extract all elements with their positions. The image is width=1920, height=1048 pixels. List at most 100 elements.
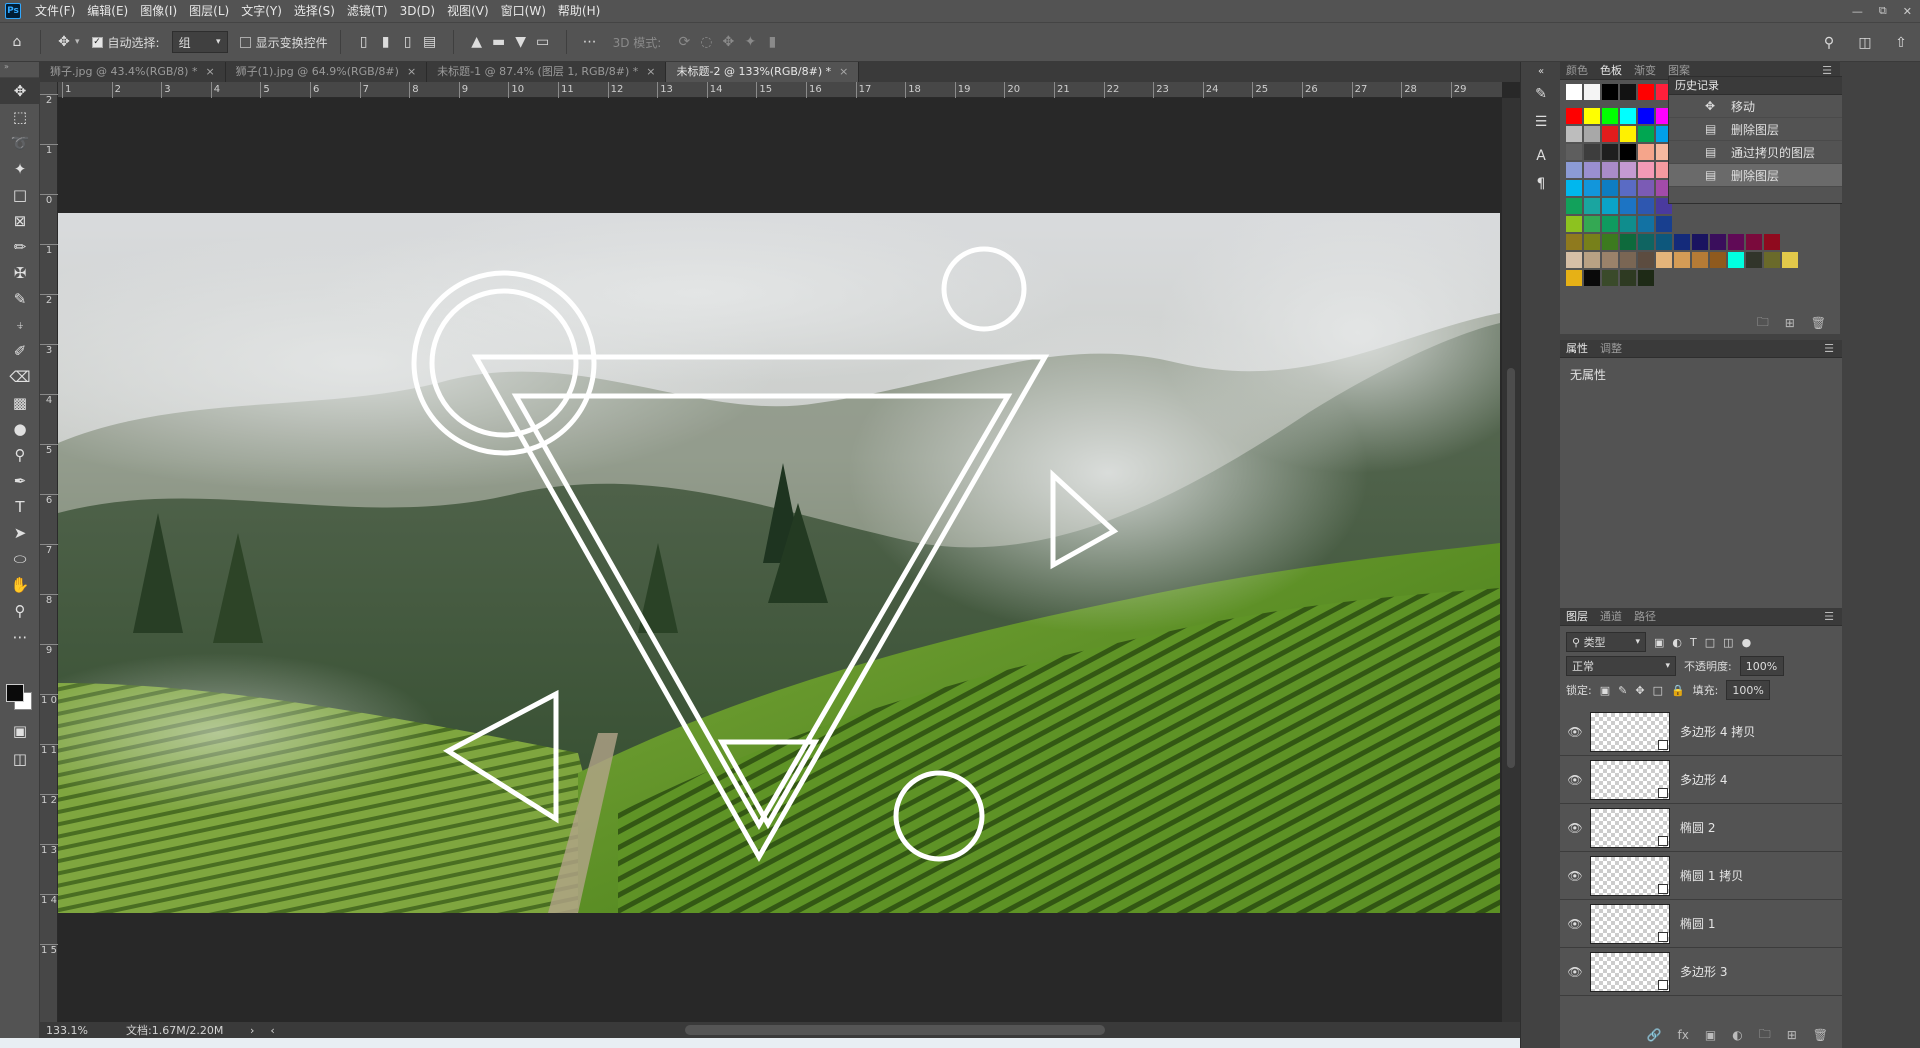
- color-swatch[interactable]: [1584, 144, 1600, 160]
- distribute-vertical-icon[interactable]: ▭: [532, 31, 554, 53]
- color-swatch[interactable]: [1602, 108, 1618, 124]
- color-swatch[interactable]: [1602, 144, 1618, 160]
- document-tab[interactable]: 狮子(1).jpg @ 64.9%(RGB/8#) ×: [225, 62, 428, 82]
- color-swatch[interactable]: [1584, 84, 1600, 100]
- menu-item[interactable]: 图层(L): [183, 0, 235, 22]
- color-swatch[interactable]: [1638, 84, 1654, 100]
- new-group-icon[interactable]: 🗀: [1759, 1025, 1771, 1046]
- layer-row[interactable]: 👁 多边形 4 拷贝: [1560, 708, 1842, 756]
- fill-input[interactable]: 100%: [1726, 680, 1771, 700]
- color-swatch[interactable]: [1584, 126, 1600, 142]
- color-swatch[interactable]: [1620, 162, 1636, 178]
- eyedropper-tool-icon[interactable]: ✏: [0, 234, 40, 260]
- color-swatch[interactable]: [1728, 234, 1744, 250]
- menu-item[interactable]: 窗口(W): [495, 0, 552, 22]
- color-swatch[interactable]: [1584, 252, 1600, 268]
- adjustment-layer-icon[interactable]: ◐: [1732, 1028, 1742, 1042]
- color-swatch[interactable]: [1584, 180, 1600, 196]
- brush-settings-icon[interactable]: ✎: [1521, 80, 1561, 108]
- color-swatch[interactable]: [1764, 252, 1780, 268]
- align-vcenter-icon[interactable]: ▬: [488, 31, 510, 53]
- color-swatch[interactable]: [1566, 252, 1582, 268]
- color-swatch[interactable]: [1602, 198, 1618, 214]
- panel-collapse-icon[interactable]: »: [0, 62, 39, 78]
- add-mask-icon[interactable]: ▣: [1705, 1028, 1716, 1042]
- lock-image-icon[interactable]: ✎: [1618, 684, 1627, 697]
- color-swatch[interactable]: [1710, 252, 1726, 268]
- paragraph-icon[interactable]: ¶: [1521, 170, 1561, 198]
- menu-item[interactable]: 图像(I): [134, 0, 183, 22]
- color-swatch[interactable]: [1692, 234, 1708, 250]
- color-swatch[interactable]: [1728, 252, 1744, 268]
- color-swatch[interactable]: [1566, 144, 1582, 160]
- layer-row[interactable]: 👁 椭圆 2: [1560, 804, 1842, 852]
- document-canvas[interactable]: [58, 213, 1500, 913]
- shape-tool-icon[interactable]: ⬭: [0, 546, 40, 572]
- color-swatch[interactable]: [1602, 180, 1618, 196]
- menu-item[interactable]: 滤镜(T): [341, 0, 394, 22]
- opacity-input[interactable]: 100%: [1739, 656, 1784, 676]
- color-swatch[interactable]: [1620, 180, 1636, 196]
- gradient-tool-icon[interactable]: ▩: [0, 390, 40, 416]
- filter-pixel-icon[interactable]: ▣: [1654, 636, 1664, 649]
- distribute-icon[interactable]: ▤: [419, 31, 441, 53]
- trash-icon[interactable]: 🗑: [1811, 316, 1826, 330]
- visibility-eye-icon[interactable]: 👁: [1560, 965, 1590, 979]
- menu-item[interactable]: 文字(Y): [235, 0, 288, 22]
- menu-item[interactable]: 视图(V): [441, 0, 495, 22]
- new-layer-icon[interactable]: ⊞: [1787, 1028, 1797, 1042]
- visibility-eye-icon[interactable]: 👁: [1560, 821, 1590, 835]
- collapse-icon[interactable]: «: [1521, 62, 1561, 80]
- color-swatch[interactable]: [1692, 252, 1708, 268]
- menu-item[interactable]: 文件(F): [29, 0, 81, 22]
- color-swatch[interactable]: [1566, 198, 1582, 214]
- hand-tool-icon[interactable]: ✋: [0, 572, 40, 598]
- foreground-color-swatch[interactable]: [6, 684, 24, 702]
- fx-icon[interactable]: fx: [1678, 1028, 1689, 1042]
- auto-select-checkbox[interactable]: ✓ 自动选择:: [86, 22, 166, 62]
- minimize-icon[interactable]: —: [1852, 5, 1863, 18]
- color-swatch[interactable]: [1584, 216, 1600, 232]
- lasso-tool-icon[interactable]: ➰: [0, 130, 40, 156]
- color-swatch[interactable]: [1620, 126, 1636, 142]
- color-swatch[interactable]: [1620, 198, 1636, 214]
- color-swatch[interactable]: [1566, 84, 1582, 100]
- color-swatch[interactable]: [1620, 234, 1636, 250]
- new-swatch-icon[interactable]: ⊞: [1785, 316, 1795, 330]
- visibility-eye-icon[interactable]: 👁: [1560, 869, 1590, 883]
- home-icon[interactable]: ⌂: [6, 31, 28, 53]
- chevron-right-icon[interactable]: ›: [250, 1024, 254, 1037]
- align-left-icon[interactable]: ▯: [353, 31, 375, 53]
- layers-tab[interactable]: 通道: [1594, 608, 1628, 626]
- color-swatch[interactable]: [1638, 108, 1654, 124]
- marquee-tool-icon[interactable]: ⬚: [0, 104, 40, 130]
- color-swatch[interactable]: [1656, 234, 1672, 250]
- move-tool-icon[interactable]: ✥: [0, 78, 40, 104]
- layer-row[interactable]: 👁 多边形 4: [1560, 756, 1842, 804]
- link-layers-icon[interactable]: 🔗: [1647, 1028, 1662, 1042]
- visibility-eye-icon[interactable]: 👁: [1560, 725, 1590, 739]
- eraser-tool-icon[interactable]: ⌫: [0, 364, 40, 390]
- more-tools-icon[interactable]: ⋯: [0, 624, 40, 650]
- color-swatch[interactable]: [1638, 126, 1654, 142]
- color-swatch[interactable]: [1638, 252, 1654, 268]
- color-swatch[interactable]: [1602, 252, 1618, 268]
- color-swatch[interactable]: [1746, 234, 1762, 250]
- properties-tab[interactable]: 属性: [1560, 340, 1594, 358]
- search-icon[interactable]: ⚲: [1818, 32, 1840, 54]
- color-swatch[interactable]: [1638, 144, 1654, 160]
- quick-mask-icon[interactable]: ▣: [0, 718, 40, 744]
- zoom-level[interactable]: 133.1%: [40, 1024, 100, 1037]
- color-swatch[interactable]: [1638, 234, 1654, 250]
- folder-icon[interactable]: 🗀: [1757, 313, 1769, 334]
- filter-toggle-icon[interactable]: ●: [1742, 636, 1752, 649]
- magic-wand-tool-icon[interactable]: ✦: [0, 156, 40, 182]
- properties-tab[interactable]: 调整: [1594, 340, 1628, 358]
- align-bottom-icon[interactable]: ▼: [510, 31, 532, 53]
- menu-item[interactable]: 编辑(E): [81, 0, 134, 22]
- color-swatch[interactable]: [1584, 234, 1600, 250]
- stamp-tool-icon[interactable]: ⍖: [0, 312, 40, 338]
- horizontal-scrollbar-thumb[interactable]: [685, 1025, 1105, 1035]
- trash-icon[interactable]: 🗑: [1813, 1028, 1828, 1042]
- layers-tab[interactable]: 路径: [1628, 608, 1662, 626]
